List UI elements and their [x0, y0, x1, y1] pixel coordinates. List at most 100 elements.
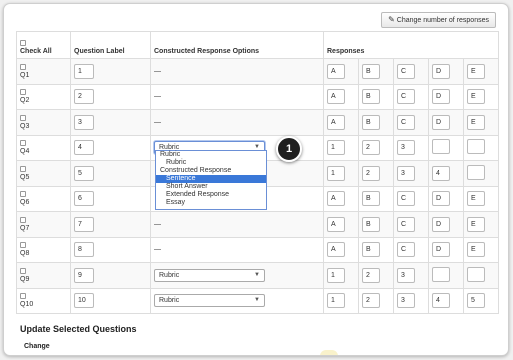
response-input[interactable]	[467, 139, 485, 155]
response-input[interactable]: C	[397, 89, 415, 105]
response-input[interactable]: 2	[362, 165, 380, 181]
response-cell: A	[323, 211, 359, 238]
response-input[interactable]: B	[362, 216, 380, 232]
decoration	[320, 350, 338, 355]
constructed-response-dropdown-list[interactable]: Rubric Rubric Constructed Response Sentence…	[155, 150, 267, 210]
pencil-icon: ✎	[388, 15, 395, 24]
question-label-input[interactable]: 6	[74, 191, 94, 207]
response-input[interactable]: 4	[432, 165, 450, 181]
response-input[interactable]: 3	[397, 267, 415, 283]
dropdown-option[interactable]: Short Answer	[156, 183, 266, 191]
response-input[interactable]: 1	[327, 293, 345, 309]
response-input[interactable]: 3	[397, 140, 415, 156]
response-input[interactable]	[467, 266, 485, 282]
question-label-input[interactable]: 8	[74, 242, 94, 258]
question-label-input[interactable]: 7	[74, 216, 94, 232]
response-input[interactable]: A	[327, 63, 345, 79]
response-input[interactable]: B	[362, 242, 380, 258]
response-input[interactable]: 2	[362, 293, 380, 309]
question-label-input[interactable]: 10	[74, 293, 94, 309]
row-checkbox[interactable]	[20, 242, 26, 249]
response-cell: D	[428, 58, 464, 85]
response-input[interactable]: 1	[327, 140, 345, 156]
question-label-input[interactable]: 5	[74, 165, 94, 181]
row-checkbox[interactable]	[20, 216, 26, 223]
question-label-cell: 2	[70, 83, 151, 110]
response-input[interactable]: 1	[327, 165, 345, 181]
response-input[interactable]: E	[467, 191, 485, 207]
check-all-checkbox[interactable]	[20, 40, 26, 46]
response-input[interactable]: 1	[327, 267, 345, 283]
response-input[interactable]: 2	[362, 267, 380, 283]
response-input[interactable]: A	[327, 191, 345, 207]
question-label-cell: 5	[70, 160, 151, 187]
response-input[interactable]: E	[467, 63, 485, 79]
response-input[interactable]: E	[467, 114, 485, 130]
response-input[interactable]	[467, 164, 485, 180]
dropdown-option[interactable]: Extended Response	[156, 191, 266, 199]
response-input[interactable]: C	[397, 63, 415, 79]
question-number: Q4	[20, 148, 30, 156]
row-checkbox[interactable]	[20, 114, 26, 121]
question-label-cell: 3	[70, 109, 151, 136]
response-input[interactable]: A	[327, 216, 345, 232]
response-input[interactable]: D	[432, 114, 450, 130]
question-label-cell: 6	[70, 185, 151, 212]
response-input[interactable]: E	[467, 216, 485, 232]
response-input[interactable]	[432, 266, 450, 282]
response-input[interactable]: A	[327, 114, 345, 130]
response-input[interactable]: A	[327, 89, 345, 105]
question-cell: Q3	[16, 109, 71, 136]
response-input[interactable]: C	[397, 191, 415, 207]
dropdown-option[interactable]: Essay	[156, 199, 266, 207]
question-label-cell: 9	[70, 262, 151, 289]
row-checkbox[interactable]	[20, 267, 26, 274]
response-input[interactable]: D	[432, 63, 450, 79]
question-label-input[interactable]: 1	[74, 63, 94, 79]
question-label-input[interactable]: 2	[74, 89, 94, 105]
response-cell: E	[462, 109, 500, 136]
response-input[interactable]: B	[362, 191, 380, 207]
response-input[interactable]: 4	[432, 293, 450, 309]
response-input[interactable]: D	[432, 89, 450, 105]
row-checkbox[interactable]	[20, 89, 26, 96]
update-section-title: Update Selected Questions	[20, 324, 137, 334]
constructed-response-select[interactable]: Rubric ▼	[154, 268, 265, 282]
constructed-response-select[interactable]: Rubric ▼	[154, 294, 265, 308]
dropdown-option[interactable]: Rubric	[156, 159, 266, 167]
question-label-input[interactable]: 3	[74, 114, 94, 130]
dropdown-option[interactable]: Sentence	[156, 175, 266, 183]
row-checkbox[interactable]	[20, 140, 26, 147]
response-input[interactable]: C	[397, 216, 415, 232]
response-input[interactable]: D	[432, 242, 450, 258]
response-input[interactable]: E	[467, 89, 485, 105]
response-input[interactable]: C	[397, 242, 415, 258]
row-checkbox[interactable]	[20, 165, 26, 172]
response-input[interactable]: A	[327, 242, 345, 258]
response-cell: E	[462, 58, 500, 85]
row-checkbox[interactable]	[20, 63, 26, 70]
response-cell	[462, 134, 500, 161]
row-checkbox[interactable]	[20, 293, 26, 300]
response-input[interactable]: 2	[362, 140, 380, 156]
response-input[interactable]	[432, 139, 450, 155]
response-cell: 2	[358, 134, 394, 161]
question-label-input[interactable]: 4	[74, 140, 94, 156]
window-frame: ✎ Change number of responses Check All Qu…	[3, 3, 509, 356]
response-input[interactable]: D	[432, 216, 450, 232]
question-label-input[interactable]: 9	[74, 267, 94, 283]
response-input[interactable]: C	[397, 114, 415, 130]
question-cell: Q1	[16, 58, 71, 85]
response-input[interactable]: B	[362, 89, 380, 105]
response-input[interactable]: B	[362, 63, 380, 79]
response-cell: 2	[358, 287, 394, 314]
response-input[interactable]: B	[362, 114, 380, 130]
change-number-of-responses-button[interactable]: ✎ Change number of responses	[381, 12, 496, 28]
response-cell: A	[323, 185, 359, 212]
row-checkbox[interactable]	[20, 191, 26, 198]
response-input[interactable]: D	[432, 191, 450, 207]
response-input[interactable]: 3	[397, 165, 415, 181]
response-input[interactable]: E	[467, 242, 485, 258]
response-input[interactable]: 5	[467, 293, 485, 309]
response-input[interactable]: 3	[397, 293, 415, 309]
